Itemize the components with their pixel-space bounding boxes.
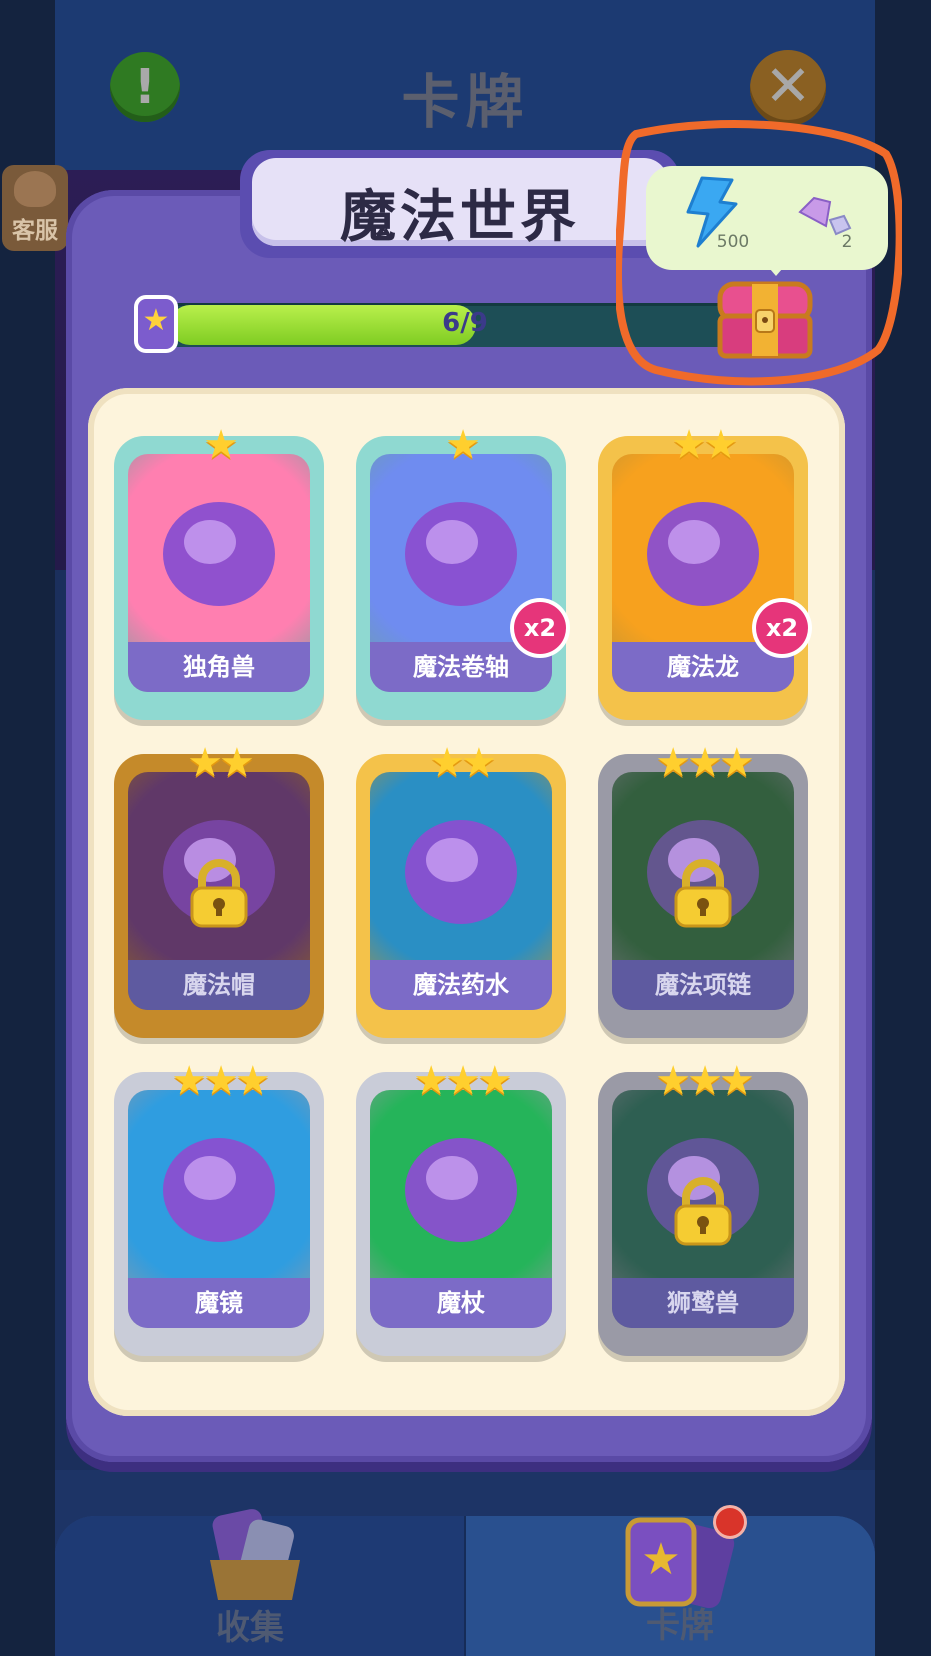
card[interactable]: 狮鹫兽 ★★★ — [598, 1058, 808, 1356]
notification-dot — [716, 1508, 744, 1536]
card-stars: ★★ — [187, 740, 255, 786]
lock-icon — [674, 1177, 732, 1246]
card-illustration — [647, 502, 759, 606]
lock-icon — [674, 859, 732, 928]
close-button[interactable]: ✕ — [750, 50, 826, 126]
card-name: 独角兽 — [128, 642, 310, 692]
card-illustration — [163, 1138, 275, 1242]
lock-icon — [190, 859, 248, 928]
card-stars: ★★★ — [655, 1058, 755, 1104]
customer-service-button[interactable]: 客服 — [2, 165, 68, 251]
card[interactable]: 独角兽 ★ — [114, 422, 324, 720]
card[interactable]: 魔法卷轴 ★ x2 — [356, 422, 566, 720]
card-name: 魔杖 — [370, 1278, 552, 1328]
tab-cards-label: 卡牌 — [646, 1606, 714, 1646]
card[interactable]: 魔杖 ★★★ — [356, 1058, 566, 1356]
card-illustration — [405, 1138, 517, 1242]
card-stars: ★ — [203, 422, 239, 468]
card-box-icon — [210, 1509, 300, 1600]
star-icon: ★ — [142, 303, 170, 338]
card[interactable]: 魔镜 ★★★ — [114, 1058, 324, 1356]
card[interactable]: 魔法项链 ★★★ — [598, 740, 808, 1038]
card-name: 魔法帽 — [128, 960, 310, 1010]
card[interactable]: 魔法帽 ★★ — [114, 740, 324, 1038]
card-illustration — [405, 820, 517, 924]
info-button[interactable]: ! — [110, 52, 180, 122]
card-stars: ★★★ — [655, 740, 755, 786]
svg-text:★: ★ — [641, 1534, 680, 1585]
tab-divider — [464, 1516, 466, 1656]
card-name: 魔镜 — [128, 1278, 310, 1328]
customer-service-label: 客服 — [12, 218, 58, 244]
card-illustration — [163, 502, 275, 606]
card-name: 魔法项链 — [612, 960, 794, 1010]
card-stars: ★★★ — [171, 1058, 271, 1104]
collection-title: 魔法世界 — [340, 185, 580, 250]
card[interactable]: 魔法药水 ★★ — [356, 740, 566, 1038]
card[interactable]: 魔法龙 ★★ x2 — [598, 422, 808, 720]
card-stars: ★★ — [671, 422, 739, 468]
card-stars: ★★★ — [413, 1058, 513, 1104]
card-stars: ★ — [445, 422, 481, 468]
card-illustration — [405, 502, 517, 606]
duplicate-badge: x2 — [514, 602, 566, 654]
card-stars: ★★ — [429, 740, 497, 786]
highlight-annotation — [616, 120, 902, 386]
card-name: 狮鹫兽 — [612, 1278, 794, 1328]
tab-collect-label: 收集 — [216, 1608, 284, 1648]
duplicate-badge: x2 — [756, 602, 808, 654]
card-name: 魔法药水 — [370, 960, 552, 1010]
headset-icon — [14, 171, 56, 207]
